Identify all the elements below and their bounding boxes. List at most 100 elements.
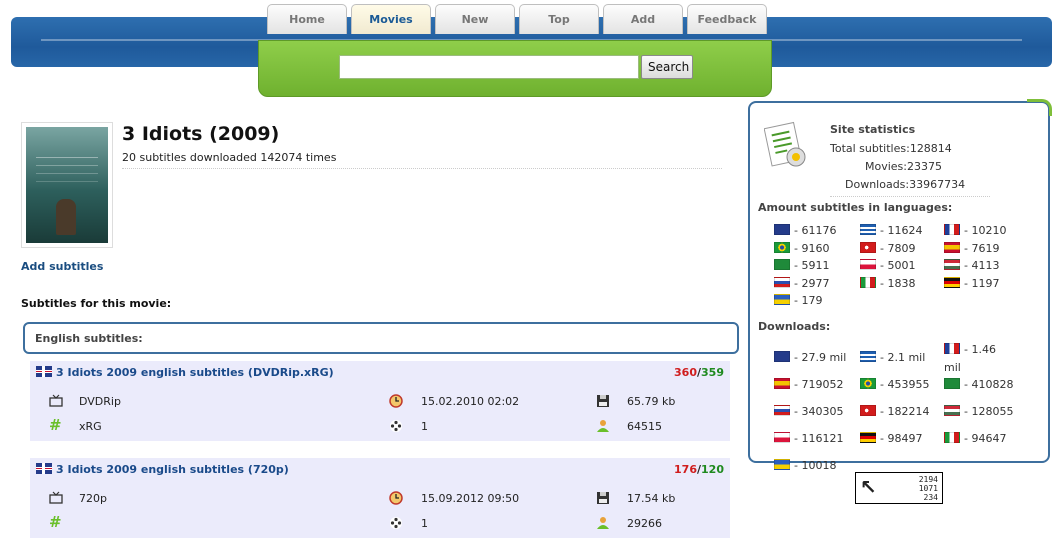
tab-home[interactable]: Home xyxy=(267,4,347,34)
hash-icon: # xyxy=(49,416,62,434)
uk-flag-icon xyxy=(36,366,52,377)
subtitle-entry: 3 Idiots 2009 english subtitles (DVDRip.… xyxy=(30,361,730,441)
add-subtitles-link[interactable]: Add subtitles xyxy=(21,260,103,273)
gr-flag-icon xyxy=(860,351,876,362)
visitor-counter[interactable]: ↖ 2194 1071 234 xyxy=(855,472,943,504)
language-stat-item: - 10018 xyxy=(774,459,836,472)
language-stat-value: - 453955 xyxy=(880,378,930,391)
download-count: 29266 xyxy=(627,517,662,530)
tab-new[interactable]: New xyxy=(435,4,515,34)
movie-poster[interactable] xyxy=(21,122,113,248)
counter-values: 2194 1071 234 xyxy=(918,475,938,502)
language-stat-value: - 5911 xyxy=(794,259,830,272)
floppy-disk-icon xyxy=(597,395,609,407)
language-stat-item: - 1.46 mil xyxy=(944,341,1008,377)
cd-count: 1 xyxy=(421,420,428,433)
language-stat-item: - 7809 xyxy=(860,241,916,255)
language-stat-item: - 453955 xyxy=(860,378,929,391)
language-stat-value: - 27.9 mil xyxy=(794,351,847,364)
language-stat-value: - 1197 xyxy=(964,276,1000,290)
film-reel-icon xyxy=(390,517,402,529)
de-flag-icon xyxy=(944,276,960,288)
language-stat-item: - 2977 xyxy=(774,276,829,290)
language-stat-value: - 7619 xyxy=(964,241,1000,255)
br-flag-icon xyxy=(774,241,790,253)
release-type: 720p xyxy=(79,492,107,505)
language-stat-item: - 9160 xyxy=(774,241,830,255)
language-stat-item: - 5001 xyxy=(860,259,915,272)
uk-flag-icon xyxy=(774,224,790,235)
panel-corner-decoration xyxy=(1027,99,1052,116)
hash-icon: # xyxy=(49,513,62,531)
language-stat-item: - 61176 xyxy=(774,224,836,237)
release-type: DVDRip xyxy=(79,395,121,408)
subtitle-title-link[interactable]: 3 Idiots 2009 english subtitles (720p) xyxy=(36,463,289,476)
document-gear-icon xyxy=(764,121,806,167)
language-stat-value: - 182214 xyxy=(880,405,930,418)
tr-flag-icon xyxy=(860,241,876,253)
language-stat-value: - 4113 xyxy=(964,259,1000,272)
language-stat-item: - 4113 xyxy=(944,259,999,272)
search-button[interactable]: Search xyxy=(641,55,693,79)
language-stat-item: - 1197 xyxy=(944,276,1000,290)
language-stat-value: - 7809 xyxy=(880,241,916,255)
uk-flag-icon xyxy=(774,351,790,362)
gr-flag-icon xyxy=(860,224,876,235)
divider xyxy=(830,196,990,197)
tv-icon xyxy=(49,491,63,504)
language-stat-value: - 98497 xyxy=(880,432,923,445)
release-group: xRG xyxy=(79,420,102,433)
it-flag-icon xyxy=(860,276,876,288)
language-stat-value: - 61176 xyxy=(794,224,837,237)
tab-add[interactable]: Add xyxy=(603,4,683,34)
language-group-header[interactable]: English subtitles: xyxy=(23,322,739,354)
language-stat-value: - 9160 xyxy=(794,241,830,255)
fr-flag-icon xyxy=(944,224,960,235)
uk-flag-icon xyxy=(36,463,52,474)
de-flag-icon xyxy=(860,432,876,443)
ru-flag-icon xyxy=(774,405,790,416)
ru-flag-icon xyxy=(774,276,790,288)
language-stat-value: - 340305 xyxy=(794,405,844,418)
clock-icon xyxy=(389,394,403,408)
clock-icon xyxy=(389,491,403,505)
subtitle-title-link[interactable]: 3 Idiots 2009 english subtitles (DVDRip.… xyxy=(36,366,334,379)
tab-feedback[interactable]: Feedback xyxy=(687,4,767,34)
search-input[interactable] xyxy=(339,55,639,79)
tab-movies[interactable]: Movies xyxy=(351,4,431,34)
language-stat-item: - 179 xyxy=(774,294,822,307)
subtitles-heading: Subtitles for this movie: xyxy=(21,297,172,310)
languages-heading: Amount subtitles in languages: xyxy=(758,201,953,214)
page-title: 3 Idiots (2009) xyxy=(122,123,280,145)
it-flag-icon xyxy=(944,432,960,443)
language-stat-item: - 410828 xyxy=(944,378,1013,391)
language-stat-item: - 7619 xyxy=(944,241,1000,255)
tab-top[interactable]: Top xyxy=(519,4,599,34)
downloads-heading: Downloads: xyxy=(758,320,831,333)
poster-image xyxy=(26,127,108,243)
language-stat-item: - 11624 xyxy=(860,224,922,237)
hu-flag-icon xyxy=(944,405,960,416)
hu-flag-icon xyxy=(944,259,960,270)
language-stat-value: - 2.1 mil xyxy=(880,351,926,364)
language-stat-value: - 128055 xyxy=(964,405,1014,418)
fr-flag-icon xyxy=(944,343,960,354)
language-stat-value: - 10018 xyxy=(794,459,837,472)
language-stat-value: - 94647 xyxy=(964,432,1007,445)
language-stat-item: - 5911 xyxy=(774,259,829,272)
file-size: 17.54 kb xyxy=(627,492,676,505)
divider xyxy=(122,168,722,169)
vote-counts: 176/120 xyxy=(674,463,724,476)
language-stat-item: - 116121 xyxy=(774,432,843,445)
download-person-icon xyxy=(597,517,609,529)
subtitle-entry: 3 Idiots 2009 english subtitles (720p) 1… xyxy=(30,458,730,538)
language-stat-item: - 182214 xyxy=(860,405,929,418)
downloads-count: Downloads:33967734 xyxy=(845,178,966,191)
language-stat-item: - 2.1 mil xyxy=(860,351,925,364)
br-flag-icon xyxy=(860,378,876,389)
language-stat-value: - 10210 xyxy=(964,224,1007,237)
tr-flag-icon xyxy=(860,405,876,416)
floppy-disk-icon xyxy=(597,492,609,504)
language-stat-item: - 98497 xyxy=(860,432,922,445)
pl-flag-icon xyxy=(860,259,876,270)
